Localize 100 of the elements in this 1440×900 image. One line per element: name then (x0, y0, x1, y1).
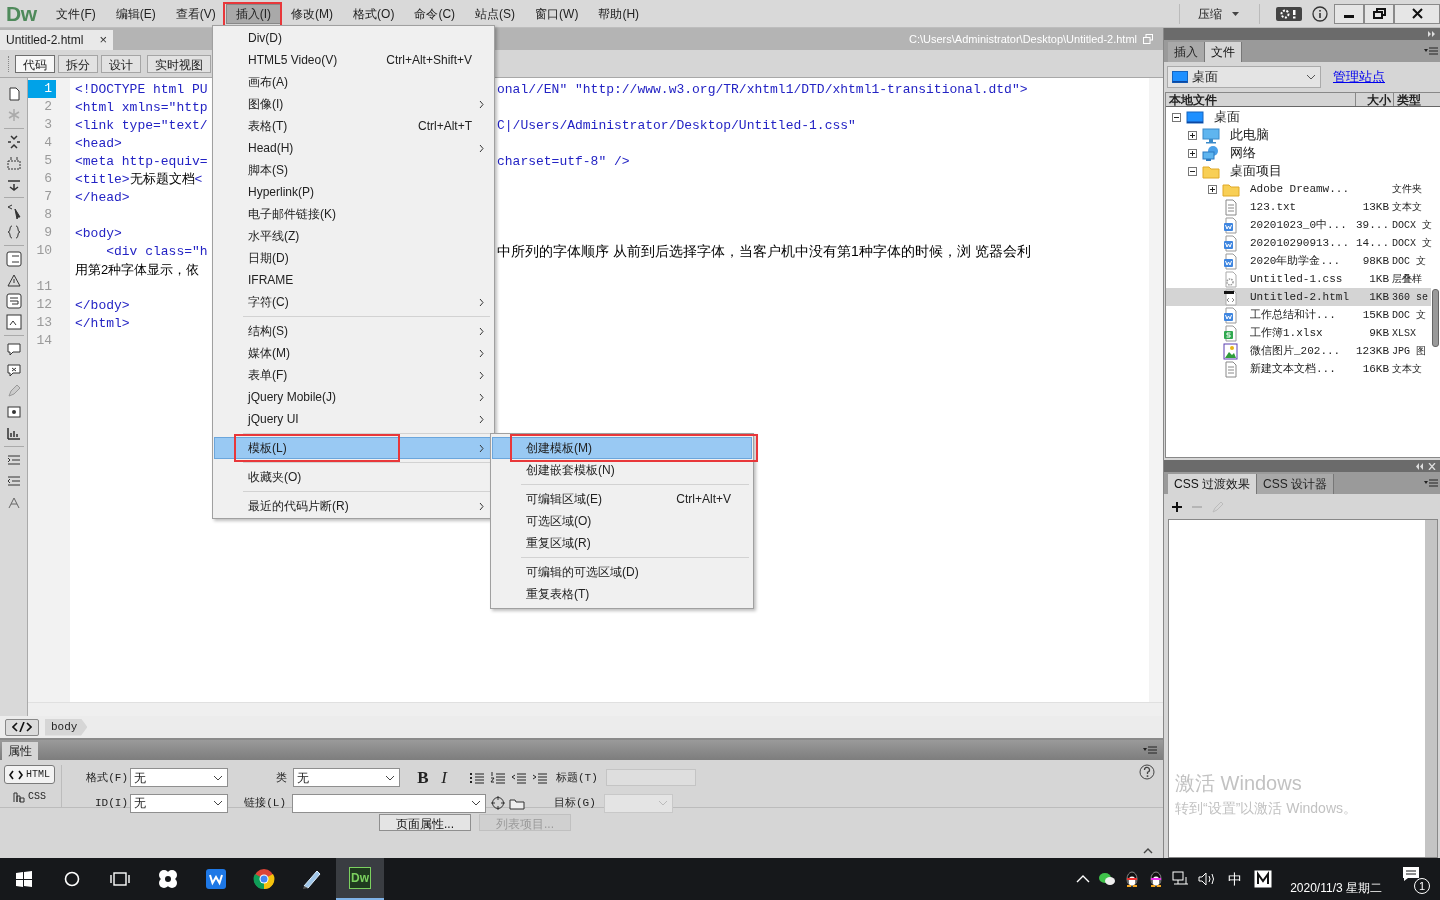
warning-icon[interactable] (5, 272, 22, 288)
close-button[interactable] (1394, 3, 1440, 24)
mode-button[interactable]: HTML (4, 765, 55, 784)
panel-tab[interactable]: CSS 过渡效果 (1168, 474, 1257, 494)
expand-icon[interactable] (5, 134, 22, 150)
info-icon[interactable] (1312, 5, 1328, 22)
tree-row[interactable]: 工作总结和计... 15KB DOC 文 (1166, 306, 1432, 324)
menu-item[interactable]: jQuery Mobile(J) (214, 386, 493, 408)
column-header[interactable]: 大小 (1356, 93, 1395, 106)
chart-icon[interactable] (5, 425, 22, 441)
menu-item[interactable]: Head(H) (214, 137, 493, 159)
network-icon[interactable] (1172, 871, 1191, 887)
expand-icon[interactable] (1208, 184, 1217, 194)
italic-button[interactable]: I (435, 765, 453, 791)
menu-item[interactable]: 媒体(M) (214, 342, 493, 364)
penguin-icon[interactable] (1124, 870, 1141, 888)
menu-item[interactable]: IFRAME (214, 269, 493, 291)
menu-item[interactable]: 重复区域(R) (492, 532, 752, 554)
menu-item[interactable]: 命令(C) (404, 3, 466, 24)
tag-selector[interactable]: body (45, 718, 88, 736)
scrollbar[interactable] (1425, 520, 1438, 857)
expand-icon[interactable] (1188, 148, 1197, 158)
menu-item[interactable]: Hyperlink(P) (214, 181, 493, 203)
penguin-icon[interactable] (1148, 870, 1165, 888)
document-tab[interactable]: Untitled-2.html × (0, 30, 113, 50)
gear-alert-icon[interactable] (1276, 6, 1302, 21)
select-field[interactable]: 无 (130, 793, 228, 813)
manage-sites-link[interactable]: 管理站点 (1333, 67, 1385, 87)
braces-icon[interactable] (5, 224, 22, 240)
scrollbar[interactable] (1149, 78, 1163, 702)
menu-item[interactable]: 字符(C) (214, 291, 493, 313)
mode-button[interactable]: CSS (8, 787, 51, 806)
close-tab-icon[interactable]: × (99, 30, 107, 50)
chevron-up-icon[interactable] (1076, 874, 1091, 884)
tree-row[interactable]: 新建文本文档... 16KB 文本文 (1166, 360, 1432, 378)
menu-item[interactable]: 表格(T) Ctrl+Alt+T (214, 115, 493, 137)
notification-button[interactable]: 1 (1400, 864, 1430, 894)
expand-panel-icon[interactable] (1428, 31, 1437, 37)
menu-item[interactable]: jQuery UI (214, 408, 493, 430)
menu-item[interactable]: 可选区域(O) (492, 510, 752, 532)
menu-item[interactable]: HTML5 Video(V) Ctrl+Alt+Shift+V (214, 49, 493, 71)
scrollbar-thumb[interactable] (1432, 289, 1440, 347)
expand-icon[interactable] (1188, 130, 1197, 140)
numbered-list-icon[interactable] (490, 771, 506, 784)
site-dropdown[interactable]: 桌面 (1167, 66, 1321, 88)
preview-icon[interactable] (5, 314, 22, 330)
indent-icon[interactable] (5, 473, 22, 489)
menu-item[interactable]: 最近的代码片断(R) (214, 495, 493, 517)
input-method-indicator[interactable]: 中 (1228, 868, 1243, 890)
view-button[interactable]: 设计 (101, 54, 141, 73)
menu-item[interactable]: 电子邮件链接(K) (214, 203, 493, 225)
menu-item[interactable]: 收藏夹(O) (214, 466, 493, 488)
chat-bubbles-icon[interactable] (1098, 871, 1117, 887)
menu-item[interactable]: 可编辑区域(E) Ctrl+Alt+V (492, 488, 752, 510)
menu-item[interactable]: Div(D) (214, 27, 493, 49)
collapse-icon[interactable] (1188, 166, 1197, 176)
bold-button[interactable]: B (413, 765, 433, 791)
tree-row[interactable]: 工作簿1.xlsx 9KB XLSX (1166, 324, 1432, 342)
keyboard-layout-icon[interactable] (1254, 870, 1273, 888)
panel-tab[interactable]: 文件 (1205, 42, 1242, 62)
restore-button[interactable] (1364, 3, 1394, 24)
collapse-icon[interactable] (1172, 112, 1181, 122)
tree-row[interactable]: 202010290913... 14... DOCX 文 (1166, 234, 1432, 252)
selection-icon[interactable] (5, 155, 22, 171)
column-header[interactable]: 本地文件 (1166, 93, 1357, 106)
menu-item[interactable]: 格式(O) (343, 3, 405, 24)
outdent-icon[interactable] (511, 771, 527, 784)
select-field[interactable]: 无 (130, 768, 228, 788)
menu-item[interactable]: 插入(I) (225, 3, 282, 24)
menu-item[interactable]: 可编辑的可选区域(D) (492, 561, 752, 583)
word-wrap-icon[interactable] (5, 293, 22, 309)
menu-item[interactable]: 创建嵌套模板(N) (492, 459, 752, 481)
folder-icon[interactable] (509, 796, 525, 810)
tree-row[interactable]: Adobe Dreamw... 文件夹 (1166, 180, 1432, 198)
properties-button[interactable]: 页面属性... (379, 814, 471, 831)
panel-tab[interactable]: CSS 设计器 (1257, 474, 1335, 494)
code-tag-button[interactable] (5, 718, 39, 736)
menu-item[interactable]: 模板(L) (214, 437, 493, 459)
scrollbar[interactable] (28, 702, 1163, 716)
pointer-icon[interactable] (5, 203, 22, 219)
indent-icon[interactable] (532, 771, 548, 784)
menu-item[interactable]: 窗口(W) (525, 3, 589, 24)
menu-item[interactable]: 修改(M) (281, 3, 344, 24)
tag-box-icon[interactable] (5, 404, 22, 420)
tree-row[interactable]: 2020年助学金... 98KB DOC 文 (1166, 252, 1432, 270)
panel-menu-icon[interactable] (1143, 746, 1157, 754)
tree-row[interactable]: 桌面 (1166, 108, 1432, 126)
menu-item[interactable]: 水平线(Z) (214, 225, 493, 247)
menu-item[interactable]: 脚本(S) (214, 159, 493, 181)
volume-icon[interactable] (1198, 871, 1217, 887)
view-button[interactable]: 代码 (15, 54, 55, 73)
line-numbers-icon[interactable] (5, 251, 22, 267)
menu-item[interactable]: 重复表格(T) (492, 583, 752, 605)
view-button[interactable]: 拆分 (58, 54, 98, 73)
menu-item[interactable]: 表单(F) (214, 364, 493, 386)
panel-tab[interactable]: 属性 (2, 742, 38, 760)
menu-item[interactable]: 日期(D) (214, 247, 493, 269)
menu-item[interactable]: 站点(S) (465, 3, 526, 24)
add-icon[interactable] (1172, 501, 1182, 512)
outdent-icon[interactable] (5, 452, 22, 468)
